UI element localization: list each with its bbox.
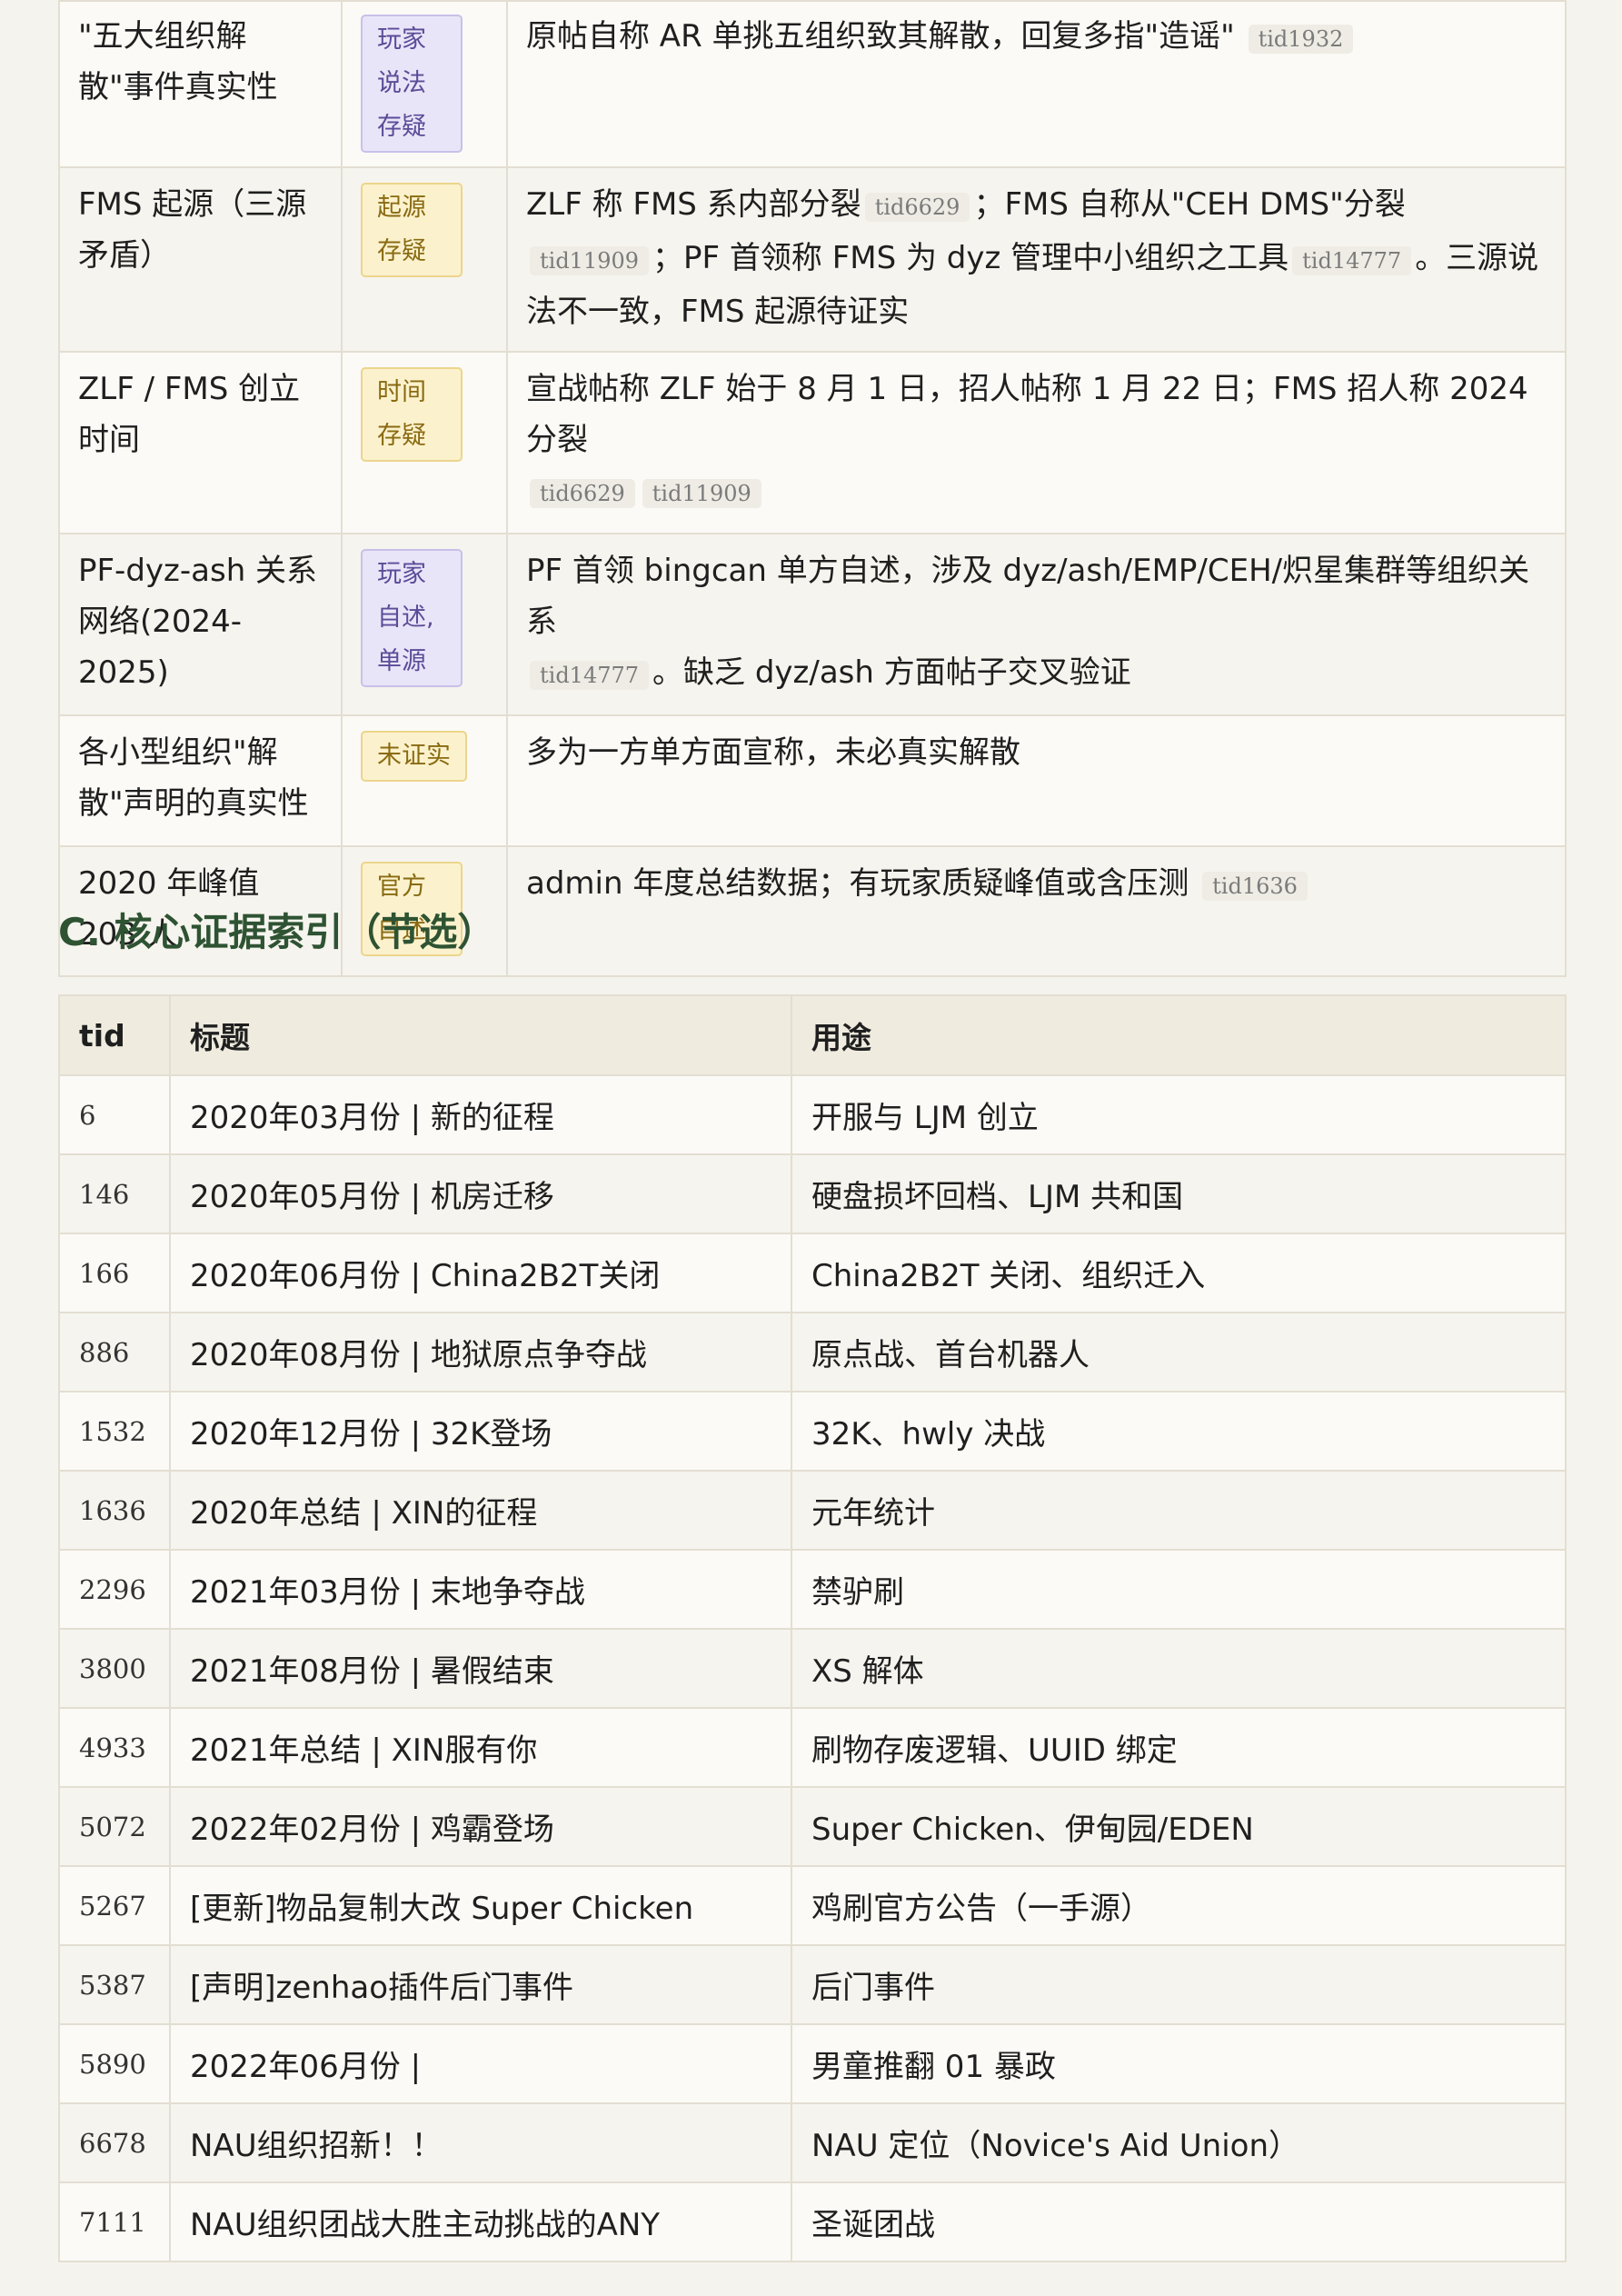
table-header-row: tid 标题 用途 bbox=[58, 994, 1567, 1076]
use-cell: 禁驴刷 bbox=[791, 1549, 1567, 1630]
title-cell: 2021年08月份 | 暑假结束 bbox=[169, 1628, 792, 1709]
use-cell: NAU 定位（Novice's Aid Union） bbox=[791, 2102, 1567, 2183]
evidence-index-table: tid 标题 用途 6 2020年03月份 | 新的征程 开服与 LJM 创立 146… bbox=[58, 994, 1567, 2262]
tid-cell: 4933 bbox=[58, 1707, 171, 1788]
status-badge: 时间存疑 bbox=[361, 367, 463, 462]
status-badge: 玩家自述,单源 bbox=[361, 549, 463, 687]
title-cell: 2020年05月份 | 机房迁移 bbox=[169, 1153, 792, 1234]
claim-detail: 宣战帖称 ZLF 始于 8 月 1 日，招人帖称 1 月 22 日；FMS 招人… bbox=[506, 351, 1567, 534]
title-cell: 2020年03月份 | 新的征程 bbox=[169, 1074, 792, 1155]
status-badge: 玩家说法存疑 bbox=[361, 15, 463, 153]
use-cell: 开服与 LJM 创立 bbox=[791, 1074, 1567, 1155]
table-row: 1636 2020年总结 | XIN的征程 元年统计 bbox=[58, 1470, 1567, 1551]
table-row: 3800 2021年08月份 | 暑假结束 XS 解体 bbox=[58, 1628, 1567, 1709]
table-row: 2296 2021年03月份 | 末地争夺战 禁驴刷 bbox=[58, 1549, 1567, 1630]
claim-topic: 各小型组织"解散"声明的真实性 bbox=[58, 714, 343, 847]
table-row: 1532 2020年12月份 | 32K登场 32K、hwly 决战 bbox=[58, 1391, 1567, 1472]
use-cell: 32K、hwly 决战 bbox=[791, 1391, 1567, 1472]
claim-topic: PF-dyz-ash 关系网络(2024-2025) bbox=[58, 533, 343, 716]
tid-cell: 166 bbox=[58, 1233, 171, 1313]
table-row: 5072 2022年02月份 | 鸡霸登场 Super Chicken、伊甸园/ED… bbox=[58, 1786, 1567, 1867]
tid-tag: tid14777 bbox=[1292, 246, 1412, 275]
claims-row: ZLF / FMS 创立时间 时间存疑 宣战帖称 ZLF 始于 8 月 1 日，… bbox=[58, 351, 1567, 534]
claim-detail: 原帖自称 AR 单挑五组织致其解散，回复多指"造谣" tid1932 bbox=[506, 0, 1567, 168]
tid-cell: 2296 bbox=[58, 1549, 171, 1630]
use-cell: XS 解体 bbox=[791, 1628, 1567, 1709]
title-cell: [声明]zenhao插件后门事件 bbox=[169, 1944, 792, 2025]
status-badge: 起源存疑 bbox=[361, 183, 463, 277]
title-cell: 2021年03月份 | 末地争夺战 bbox=[169, 1549, 792, 1630]
title-cell: NAU组织招新！！ bbox=[169, 2102, 792, 2183]
title-cell: 2022年02月份 | 鸡霸登场 bbox=[169, 1786, 792, 1867]
tid-tag: tid14777 bbox=[530, 661, 650, 690]
claim-detail: PF 首领 bingcan 单方自述，涉及 dyz/ash/EMP/CEH/炽星… bbox=[506, 533, 1567, 716]
tid-tag: tid1636 bbox=[1202, 872, 1308, 901]
table-row: 5890 2022年06月份 | 男童推翻 01 暴政 bbox=[58, 2023, 1567, 2104]
use-cell: China2B2T 关闭、组织迁入 bbox=[791, 1233, 1567, 1313]
tid-cell: 1532 bbox=[58, 1391, 171, 1472]
use-cell: 鸡刷官方公告（一手源） bbox=[791, 1865, 1567, 1946]
column-header-title: 标题 bbox=[169, 994, 792, 1076]
tid-cell: 5072 bbox=[58, 1786, 171, 1867]
tid-cell: 6 bbox=[58, 1074, 171, 1155]
tid-cell: 1636 bbox=[58, 1470, 171, 1551]
use-cell: 元年统计 bbox=[791, 1470, 1567, 1551]
title-cell: 2021年总结 | XIN服有你 bbox=[169, 1707, 792, 1788]
use-cell: 圣诞团战 bbox=[791, 2181, 1567, 2262]
column-header-use: 用途 bbox=[791, 994, 1567, 1076]
use-cell: 硬盘损坏回档、LJM 共和国 bbox=[791, 1153, 1567, 1234]
claims-row: 各小型组织"解散"声明的真实性 未证实 多为一方单方面宣称，未必真实解散 bbox=[58, 714, 1567, 847]
tid-cell: 5890 bbox=[58, 2023, 171, 2104]
tid-tag: tid1932 bbox=[1248, 25, 1354, 54]
table-row: 146 2020年05月份 | 机房迁移 硬盘损坏回档、LJM 共和国 bbox=[58, 1153, 1567, 1234]
section-heading: C. 核心证据索引（节选） bbox=[58, 910, 496, 954]
table-row: 886 2020年08月份 | 地狱原点争夺战 原点战、首台机器人 bbox=[58, 1312, 1567, 1393]
table-row: 5387 [声明]zenhao插件后门事件 后门事件 bbox=[58, 1944, 1567, 2025]
tid-cell: 3800 bbox=[58, 1628, 171, 1709]
title-cell: 2020年08月份 | 地狱原点争夺战 bbox=[169, 1312, 792, 1393]
tid-cell: 6678 bbox=[58, 2102, 171, 2183]
tid-cell: 5387 bbox=[58, 1944, 171, 2025]
use-cell: 后门事件 bbox=[791, 1944, 1567, 2025]
title-cell: 2020年12月份 | 32K登场 bbox=[169, 1391, 792, 1472]
use-cell: 男童推翻 01 暴政 bbox=[791, 2023, 1567, 2104]
title-cell: [更新]物品复制大改 Super Chicken bbox=[169, 1865, 792, 1946]
tid-tag: tid6629 bbox=[530, 479, 635, 508]
claim-detail: admin 年度总结数据；有玩家质疑峰值或含压测 tid1636 bbox=[506, 845, 1567, 977]
title-cell: 2020年总结 | XIN的征程 bbox=[169, 1470, 792, 1551]
use-cell: 原点战、首台机器人 bbox=[791, 1312, 1567, 1393]
tid-cell: 5267 bbox=[58, 1865, 171, 1946]
claim-topic: FMS 起源（三源矛盾） bbox=[58, 166, 343, 353]
claims-row: FMS 起源（三源矛盾） 起源存疑 ZLF 称 FMS 系内部分裂 tid6629… bbox=[58, 166, 1567, 353]
document-body: "五大组织解散"事件真实性 玩家说法存疑 原帖自称 AR 单挑五组织致其解散，回… bbox=[58, 0, 1567, 2262]
tid-cell: 7111 bbox=[58, 2181, 171, 2262]
claims-row: "五大组织解散"事件真实性 玩家说法存疑 原帖自称 AR 单挑五组织致其解散，回… bbox=[58, 0, 1567, 168]
table-row: 6 2020年03月份 | 新的征程 开服与 LJM 创立 bbox=[58, 1074, 1567, 1155]
title-cell: NAU组织团战大胜主动挑战的ANY bbox=[169, 2181, 792, 2262]
claim-topic: ZLF / FMS 创立时间 bbox=[58, 351, 343, 534]
tid-tag: tid11909 bbox=[530, 246, 650, 275]
use-cell: 刷物存废逻辑、UUID 绑定 bbox=[791, 1707, 1567, 1788]
claim-topic: "五大组织解散"事件真实性 bbox=[58, 0, 343, 168]
table-row: 166 2020年06月份 | China2B2T关闭 China2B2T 关闭、组… bbox=[58, 1233, 1567, 1313]
tid-cell: 886 bbox=[58, 1312, 171, 1393]
claim-detail: ZLF 称 FMS 系内部分裂 tid6629 ；FMS 自称从"CEH DMS"分… bbox=[506, 166, 1567, 353]
status-badge: 未证实 bbox=[361, 731, 467, 782]
table-row: 6678 NAU组织招新！！ NAU 定位（Novice's Aid Union） bbox=[58, 2102, 1567, 2183]
table-row: 5267 [更新]物品复制大改 Super Chicken 鸡刷官方公告（一手源） bbox=[58, 1865, 1567, 1946]
column-header-tid: tid bbox=[58, 994, 171, 1076]
tid-tag: tid11909 bbox=[642, 479, 761, 508]
table-row: 4933 2021年总结 | XIN服有你 刷物存废逻辑、UUID 绑定 bbox=[58, 1707, 1567, 1788]
tid-cell: 146 bbox=[58, 1153, 171, 1234]
table-row: 7111 NAU组织团战大胜主动挑战的ANY 圣诞团战 bbox=[58, 2181, 1567, 2262]
claims-row: PF-dyz-ash 关系网络(2024-2025) 玩家自述,单源 PF 首领… bbox=[58, 533, 1567, 716]
tid-tag: tid6629 bbox=[864, 193, 970, 222]
use-cell: Super Chicken、伊甸园/EDEN bbox=[791, 1786, 1567, 1867]
title-cell: 2020年06月份 | China2B2T关闭 bbox=[169, 1233, 792, 1313]
claim-detail: 多为一方单方面宣称，未必真实解散 bbox=[506, 714, 1567, 847]
title-cell: 2022年06月份 | bbox=[169, 2023, 792, 2104]
claims-table: "五大组织解散"事件真实性 玩家说法存疑 原帖自称 AR 单挑五组织致其解散，回… bbox=[58, 0, 1567, 977]
